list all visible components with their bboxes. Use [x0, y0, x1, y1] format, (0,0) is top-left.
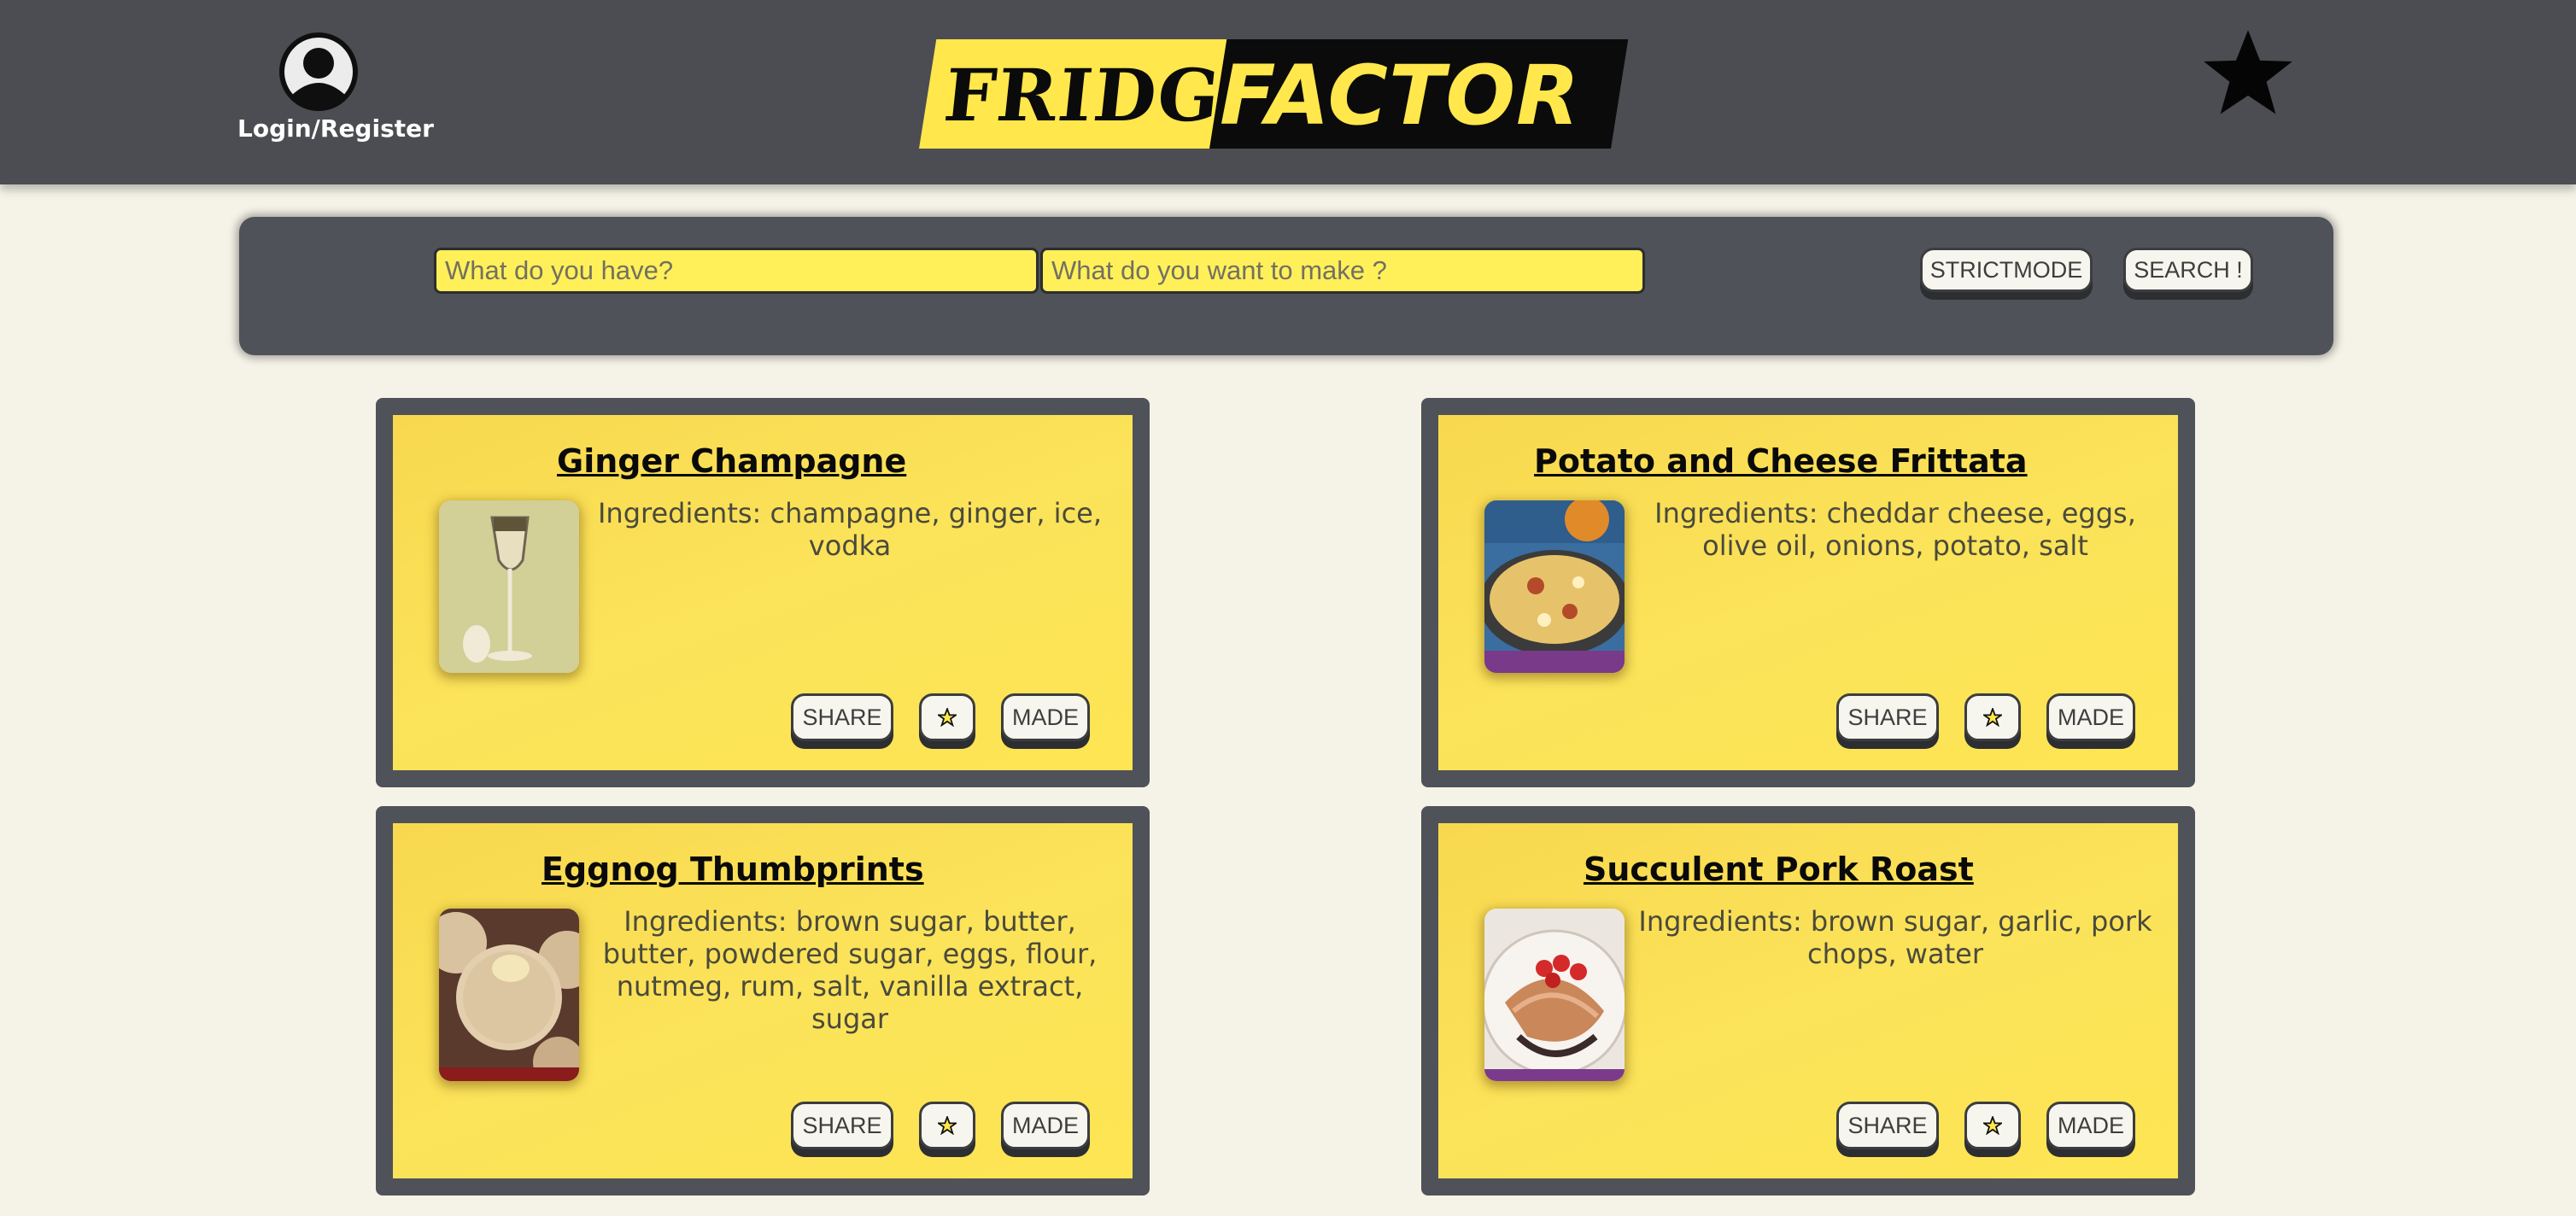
star-icon	[1983, 708, 2002, 727]
recipe-image[interactable]	[439, 909, 579, 1081]
search-button[interactable]: SEARCH !	[2123, 248, 2253, 292]
login-register-link[interactable]: Login/Register	[237, 29, 434, 149]
strictmode-button[interactable]: STRICTMODE	[1920, 248, 2093, 292]
recipe-ingredients: Ingredients: cheddar cheese, eggs, olive…	[1654, 497, 2136, 562]
recipe-image[interactable]	[1484, 500, 1625, 673]
recipe-card-body: Eggnog Thumbprints Ingredients: brown su…	[393, 823, 1133, 1178]
share-button[interactable]: SHARE	[1836, 693, 1939, 741]
favorite-button[interactable]	[1964, 693, 2021, 741]
login-register-label[interactable]: Login/Register	[237, 114, 434, 143]
logo-text-factor: FACTOR	[1220, 48, 1581, 143]
recipe-title[interactable]: Eggnog Thumbprints	[542, 851, 924, 888]
recipe-card-body: Potato and Cheese Frittata Ingredients: …	[1438, 415, 2178, 770]
recipe-card-body: Succulent Pork Roast Ingredients: brown …	[1438, 823, 2178, 1178]
user-avatar-icon[interactable]	[278, 29, 360, 118]
recipe-card: Eggnog Thumbprints Ingredients: brown su…	[376, 806, 1150, 1196]
recipe-ingredients: Ingredients: champagne, ginger, ice, vod…	[597, 497, 1103, 562]
recipe-card: Succulent Pork Roast Ingredients: brown …	[1421, 806, 2195, 1196]
recipe-card: Ginger Champagne Ingredients: champagne,…	[376, 398, 1150, 787]
want-to-make-input[interactable]	[1040, 248, 1645, 294]
search-panel: STRICTMODE SEARCH !	[239, 217, 2333, 355]
top-header: Login/Register FRIDGE FACTOR	[0, 0, 2576, 184]
fridgefactor-logo[interactable]: FRIDGE FACTOR	[919, 36, 1629, 152]
made-button[interactable]: MADE	[2046, 693, 2135, 741]
star-icon	[1983, 1116, 2002, 1135]
recipe-card: Potato and Cheese Frittata Ingredients: …	[1421, 398, 2195, 787]
made-button[interactable]: MADE	[1001, 693, 1090, 741]
recipe-ingredients: Ingredients: brown sugar, butter, butter…	[602, 905, 1098, 1035]
favorite-button[interactable]	[919, 1102, 975, 1149]
recipe-card-body: Ginger Champagne Ingredients: champagne,…	[393, 415, 1133, 770]
share-button[interactable]: SHARE	[1836, 1102, 1939, 1149]
have-ingredients-input[interactable]	[434, 248, 1039, 294]
made-button[interactable]: MADE	[1001, 1102, 1090, 1149]
favorite-button[interactable]	[919, 693, 975, 741]
share-button[interactable]: SHARE	[791, 1102, 893, 1149]
recipe-title[interactable]: Ginger Champagne	[557, 442, 906, 480]
recipe-ingredients: Ingredients: brown sugar, garlic, pork c…	[1638, 905, 2152, 970]
recipe-image[interactable]	[439, 500, 579, 673]
star-icon	[938, 708, 957, 727]
recipe-title[interactable]: Succulent Pork Roast	[1584, 851, 1974, 888]
favorites-star-icon[interactable]	[2202, 27, 2294, 120]
made-button[interactable]: MADE	[2046, 1102, 2135, 1149]
share-button[interactable]: SHARE	[791, 693, 893, 741]
recipe-image[interactable]	[1484, 909, 1625, 1081]
star-icon	[938, 1116, 957, 1135]
recipe-title[interactable]: Potato and Cheese Frittata	[1534, 442, 2028, 480]
favorite-button[interactable]	[1964, 1102, 2021, 1149]
